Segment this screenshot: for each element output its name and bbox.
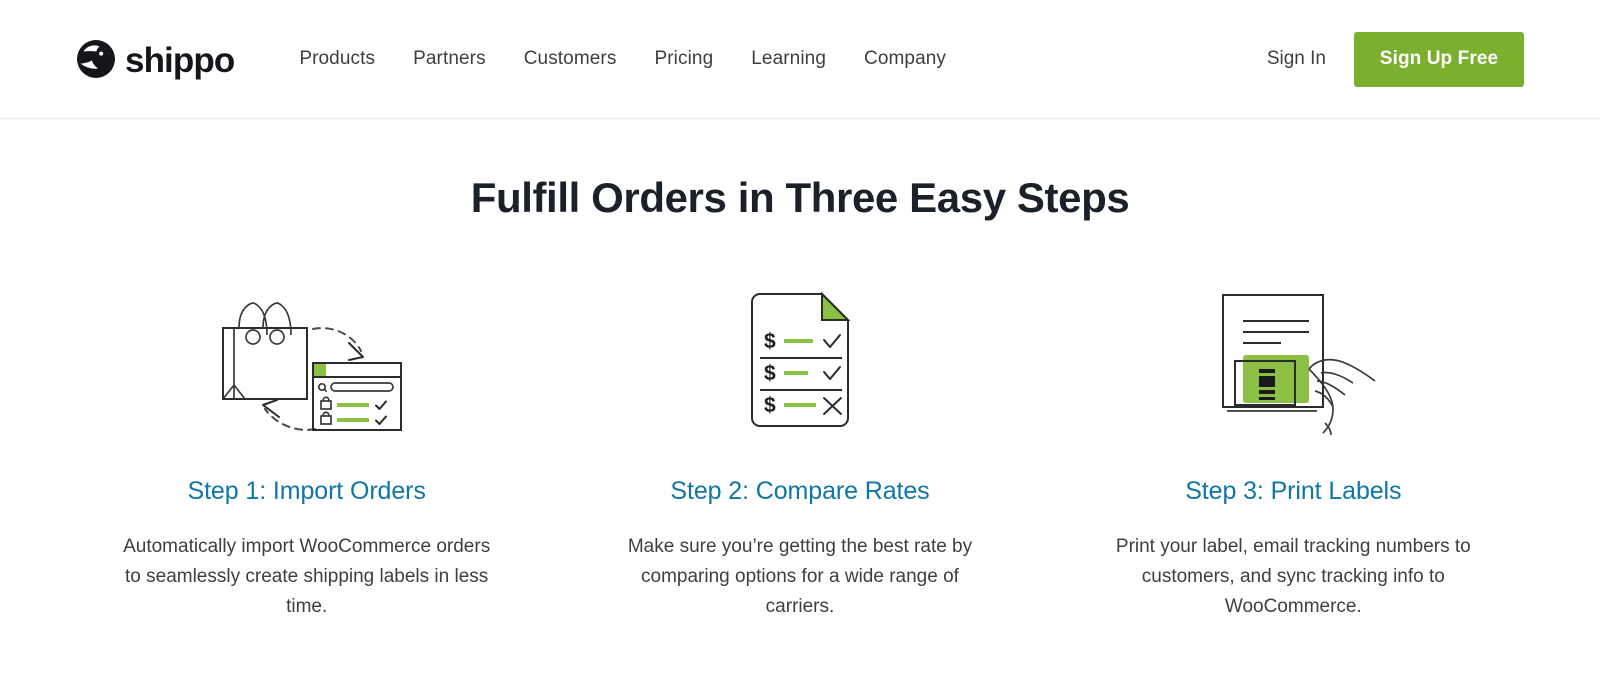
site-header: shippo Products Partners Customers Prici… <box>0 0 1600 119</box>
nav-item-partners[interactable]: Partners <box>394 38 505 80</box>
step-3-description: Print your label, email tracking numbers… <box>1115 536 1471 618</box>
nav-item-customers[interactable]: Customers <box>505 38 636 80</box>
sign-up-free-button[interactable]: Sign Up Free <box>1354 31 1524 87</box>
steps-grid: Step 1: Import Orders Automatically impo… <box>0 285 1600 622</box>
svg-text:$: $ <box>764 394 776 417</box>
brand-name: shippo <box>125 40 235 80</box>
nav-item-pricing[interactable]: Pricing <box>635 38 732 80</box>
shopping-bag-to-store-icon <box>209 285 405 435</box>
step-1-description: Automatically import WooCommerce orders … <box>123 536 491 618</box>
sign-in-link[interactable]: Sign In <box>1261 38 1332 80</box>
three-steps-section: Fulfill Orders in Three Easy Steps Step … <box>0 119 1600 623</box>
step-1-title: Step 1: Import Orders <box>187 477 426 506</box>
svg-text:$: $ <box>764 362 776 385</box>
rate-comparison-document-icon: $ $ $ <box>730 285 870 435</box>
step-card-1: Step 1: Import Orders Automatically impo… <box>60 285 553 622</box>
main-navigation: Products Partners Customers Pricing Lear… <box>280 38 1261 80</box>
print-shipping-label-hand-icon <box>1205 285 1381 436</box>
shippo-cat-logo-icon <box>76 39 116 79</box>
step-2-description: Make sure you’re getting the best rate b… <box>627 536 973 618</box>
step-2-title: Step 2: Compare Rates <box>670 477 930 506</box>
brand-logo-link[interactable]: shippo <box>76 39 235 80</box>
nav-item-company[interactable]: Company <box>845 38 965 80</box>
step-card-2: $ $ $ Step 2: Compare Rates Make sure yo <box>553 285 1046 622</box>
nav-item-learning[interactable]: Learning <box>732 38 845 80</box>
step-3-title: Step 3: Print Labels <box>1185 477 1402 506</box>
svg-text:$: $ <box>764 330 776 353</box>
nav-item-products[interactable]: Products <box>280 38 394 80</box>
step-card-3: Step 3: Print Labels Print your label, e… <box>1047 285 1540 622</box>
page-title: Fulfill Orders in Three Easy Steps <box>470 174 1130 221</box>
header-actions: Sign In Sign Up Free <box>1261 31 1524 87</box>
